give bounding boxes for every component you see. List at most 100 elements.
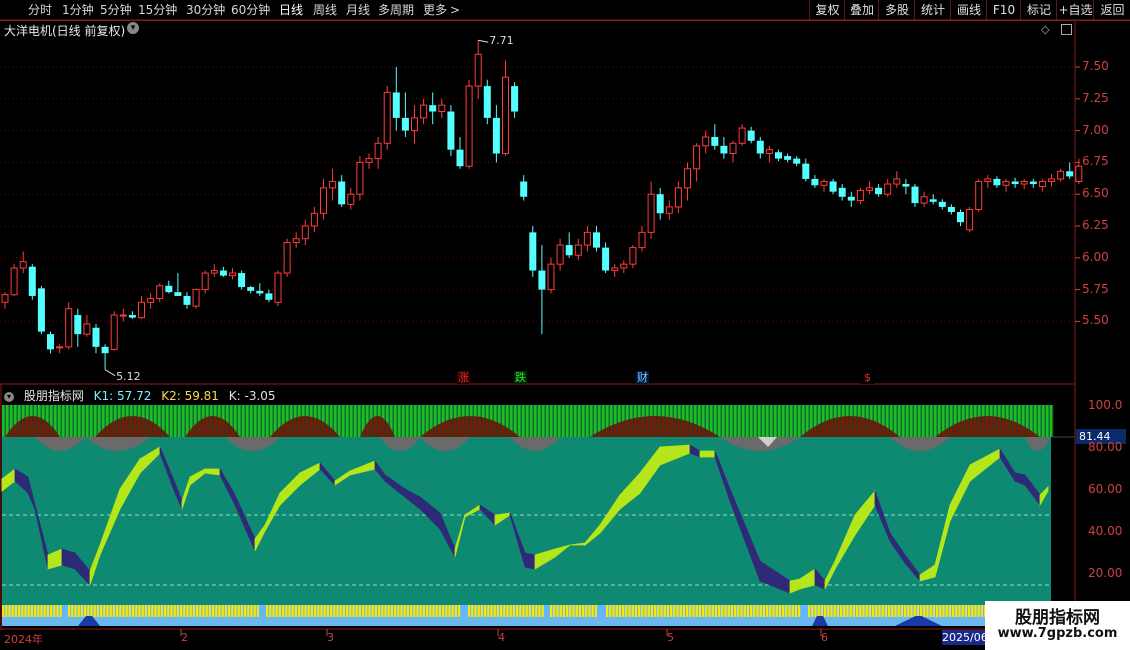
indicator-bottom-bar bbox=[724, 605, 727, 617]
oscillator-band bbox=[599, 493, 621, 535]
indicator-top-bar bbox=[914, 405, 917, 437]
indicator-top-bar bbox=[714, 405, 717, 437]
indicator-top-bar bbox=[142, 405, 145, 437]
toolbar-button[interactable]: 多股 bbox=[878, 0, 915, 20]
indicator-top-bar bbox=[874, 405, 877, 437]
period-tab[interactable]: 多周期 bbox=[378, 1, 414, 19]
indicator-top-bar bbox=[98, 405, 101, 437]
indicator-bar-gap bbox=[184, 405, 186, 437]
indicator-bar-gap bbox=[1044, 405, 1046, 437]
indicator-bar-gap bbox=[364, 405, 366, 437]
toolbar-button[interactable]: 标记 bbox=[1020, 0, 1057, 20]
indicator-top-bar bbox=[1042, 405, 1045, 437]
indicator-bar-gap bbox=[120, 405, 122, 437]
indicator-bottom-bar bbox=[37, 605, 40, 617]
indicator-bottom-bar bbox=[955, 605, 958, 617]
indicator-menu-icon[interactable]: ▾ bbox=[4, 391, 14, 402]
diamond-icon[interactable]: ◇ bbox=[1041, 23, 1049, 36]
candlestick-chart[interactable] bbox=[0, 0, 1130, 650]
indicator-bar-gap bbox=[860, 405, 862, 437]
indicator-top-bar bbox=[70, 405, 73, 437]
indicator-bar-gap bbox=[372, 405, 374, 437]
indicator-bottom-bar bbox=[878, 605, 881, 617]
indicator-top-bar bbox=[766, 405, 769, 437]
toolbar-button[interactable]: 复权 bbox=[809, 0, 845, 20]
indicator-bottom-bar bbox=[897, 605, 900, 617]
indicator-bar-gap bbox=[60, 405, 62, 437]
candle-body bbox=[1002, 180, 1010, 186]
indicator-bar-gap bbox=[468, 405, 470, 437]
period-tab[interactable]: 5分钟 bbox=[100, 1, 132, 19]
toolbar-button[interactable]: 返回 bbox=[1093, 0, 1130, 20]
indicator-bar-gap bbox=[892, 405, 894, 437]
indicator-top-bar bbox=[894, 405, 897, 437]
indicator-bottom-bar bbox=[288, 605, 291, 617]
indicator-top-bar bbox=[606, 405, 609, 437]
period-tab[interactable]: 15分钟 bbox=[138, 1, 177, 19]
x-tick-label: 2024年 bbox=[4, 633, 43, 646]
period-tab[interactable]: 分时 bbox=[28, 1, 52, 19]
indicator-bottom-bar bbox=[550, 605, 553, 617]
indicator-bottom-bar bbox=[342, 605, 345, 617]
period-tab[interactable]: 30分钟 bbox=[186, 1, 225, 19]
indicator-top-bar bbox=[614, 405, 617, 437]
chevron-down-icon[interactable]: ▾ bbox=[127, 22, 139, 34]
indicator-bar-gap bbox=[560, 405, 562, 437]
toolbar-button[interactable]: 叠加 bbox=[844, 0, 879, 20]
indicator-bar-gap bbox=[312, 405, 314, 437]
indicator-k: K: -3.05 bbox=[228, 389, 276, 403]
candle-body bbox=[711, 136, 719, 146]
period-tab[interactable]: 月线 bbox=[346, 1, 370, 19]
oscillator-band bbox=[699, 450, 716, 458]
period-tab[interactable]: 60分钟 bbox=[231, 1, 270, 19]
indicator-bar-gap bbox=[88, 405, 90, 437]
indicator-top-bar bbox=[838, 405, 841, 437]
event-marker[interactable]: 财 bbox=[636, 371, 649, 384]
period-tab[interactable]: 周线 bbox=[313, 1, 337, 19]
indicator-bar-gap bbox=[972, 405, 974, 437]
more-chevron-icon[interactable]: > bbox=[450, 1, 460, 19]
toolbar-button[interactable]: 画线 bbox=[950, 0, 987, 20]
indicator-y-tick: 100.0 bbox=[1088, 398, 1123, 412]
indicator-bar-gap bbox=[584, 405, 586, 437]
indicator-bar-gap bbox=[332, 405, 334, 437]
indicator-top-bar bbox=[994, 405, 997, 437]
indicator-top-bar bbox=[782, 405, 785, 437]
event-marker[interactable]: 跌 bbox=[514, 371, 527, 384]
indicator-bar-gap bbox=[80, 405, 82, 437]
window-icon[interactable] bbox=[1061, 24, 1072, 35]
event-marker[interactable]: $ bbox=[861, 371, 874, 384]
candle-body bbox=[147, 298, 155, 303]
period-tab[interactable]: 日线 bbox=[279, 1, 303, 19]
indicator-dip bbox=[225, 437, 280, 451]
indicator-top-bar bbox=[90, 405, 93, 437]
indicator-bar-gap bbox=[688, 405, 690, 437]
indicator-bottom-bar bbox=[679, 605, 682, 617]
indicator-bottom-bar bbox=[93, 605, 96, 617]
indicator-bottom-bar bbox=[77, 605, 80, 617]
indicator-bar-gap bbox=[204, 405, 206, 437]
toolbar-button[interactable]: 统计 bbox=[914, 0, 951, 20]
indicator-bottom-bar bbox=[791, 605, 794, 617]
oscillator-band bbox=[254, 523, 266, 552]
indicator-y-tick: 80.00 bbox=[1088, 440, 1123, 454]
indicator-dip-highlight bbox=[758, 437, 777, 447]
indicator-bar-gap bbox=[112, 405, 114, 437]
indicator-top-bar bbox=[846, 405, 849, 437]
indicator-bottom-bar bbox=[419, 605, 422, 617]
indicator-bar-gap bbox=[512, 405, 514, 437]
period-tab[interactable]: 1分钟 bbox=[62, 1, 94, 19]
indicator-top-bar bbox=[462, 405, 465, 437]
event-marker[interactable]: 涨 bbox=[457, 371, 470, 384]
indicator-bar-gap bbox=[932, 405, 934, 437]
indicator-bottom-bar bbox=[968, 605, 971, 617]
current-date-label: 2025/06 bbox=[942, 630, 987, 645]
indicator-top-bar bbox=[234, 405, 237, 437]
indicator-bottom-bar bbox=[138, 605, 141, 617]
indicator-bar-gap bbox=[296, 405, 298, 437]
toolbar-button[interactable]: +自选 bbox=[1056, 0, 1094, 20]
period-tab[interactable]: 更多 bbox=[423, 1, 447, 19]
indicator-bar-gap bbox=[280, 405, 282, 437]
toolbar-button[interactable]: F10 bbox=[986, 0, 1021, 20]
candle-body bbox=[456, 149, 464, 167]
